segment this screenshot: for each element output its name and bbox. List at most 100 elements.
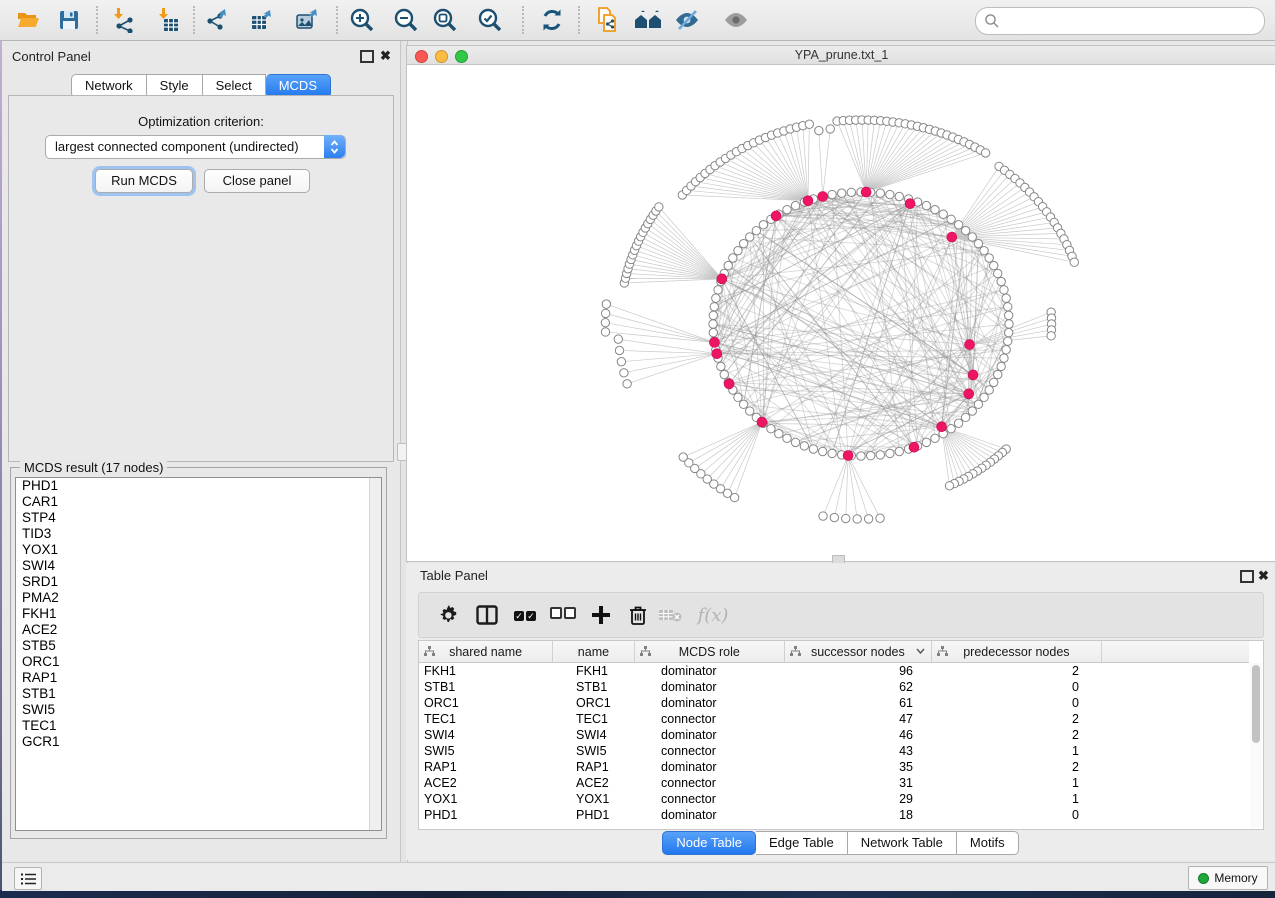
column-header-shared-name[interactable]: shared name	[419, 641, 553, 662]
mcds-result-item[interactable]: GCR1	[16, 734, 381, 750]
copy-network-button[interactable]	[590, 3, 626, 37]
import-network-button[interactable]	[105, 3, 141, 37]
network-node-mcds[interactable]	[965, 340, 975, 350]
network-node[interactable]	[857, 452, 865, 460]
network-node[interactable]	[922, 438, 930, 446]
table-row[interactable]: YOX1YOX1connector291	[419, 791, 1249, 807]
table-gear-button[interactable]	[431, 593, 467, 637]
network-node[interactable]	[1002, 346, 1010, 354]
network-node[interactable]	[974, 400, 982, 408]
network-node[interactable]	[601, 328, 609, 336]
network-node[interactable]	[1004, 311, 1012, 319]
network-node[interactable]	[842, 514, 850, 522]
network-node[interactable]	[945, 482, 953, 490]
network-node[interactable]	[767, 425, 775, 433]
search-field[interactable]	[975, 7, 1265, 35]
tab-node-table[interactable]: Node Table	[662, 831, 756, 855]
table-row[interactable]: PHD1PHD1dominator180	[419, 807, 1249, 823]
network-node-mcds[interactable]	[709, 337, 719, 347]
save-session-button[interactable]	[51, 3, 87, 37]
mcds-result-item[interactable]: RAP1	[16, 670, 381, 686]
tab-motifs[interactable]: Motifs	[957, 831, 1019, 855]
network-node[interactable]	[615, 346, 623, 354]
network-node[interactable]	[739, 400, 747, 408]
column-header-MCDS-role[interactable]: MCDS role	[635, 641, 785, 662]
table-row[interactable]: TEC1TEC1connector472	[419, 711, 1249, 727]
network-node[interactable]	[710, 303, 718, 311]
zoom-in-button[interactable]	[344, 3, 380, 37]
network-node[interactable]	[994, 370, 1002, 378]
show-all-button[interactable]	[718, 3, 754, 37]
network-node[interactable]	[679, 453, 687, 461]
network-node[interactable]	[997, 362, 1005, 370]
network-node[interactable]	[954, 419, 962, 427]
zoom-out-button[interactable]	[388, 3, 424, 37]
network-node[interactable]	[734, 393, 742, 401]
network-node[interactable]	[655, 203, 663, 211]
network-node[interactable]	[752, 226, 760, 234]
network-node[interactable]	[815, 126, 823, 134]
table-row[interactable]: FKH1FKH1dominator962	[419, 663, 1249, 679]
network-node[interactable]	[939, 210, 947, 218]
network-node[interactable]	[895, 447, 903, 455]
search-input[interactable]	[1004, 10, 1258, 32]
network-node[interactable]	[601, 309, 609, 317]
column-header-name[interactable]: name	[553, 641, 635, 662]
network-node[interactable]	[828, 190, 836, 198]
table-scrollbar-thumb[interactable]	[1252, 665, 1260, 743]
network-node[interactable]	[997, 277, 1005, 285]
import-table-button[interactable]	[150, 3, 186, 37]
mcds-result-item[interactable]: SWI4	[16, 558, 381, 574]
float-table-panel-button[interactable]	[1240, 570, 1254, 583]
table-row[interactable]: SWI5SWI5connector431	[419, 743, 1249, 759]
close-panel-button[interactable]: ✖	[380, 48, 391, 64]
delete-table-button[interactable]	[652, 593, 688, 637]
network-node[interactable]	[826, 125, 834, 133]
first-neighbors-button[interactable]	[630, 3, 666, 37]
mcds-list-scrollbar[interactable]	[369, 478, 381, 830]
mcds-result-item[interactable]: PHD1	[16, 478, 381, 494]
mcds-result-list[interactable]: PHD1CAR1STP4TID3YOX1SWI4SRD1PMA2FKH1ACE2…	[15, 477, 382, 831]
network-node[interactable]	[617, 357, 625, 365]
network-node[interactable]	[876, 189, 884, 197]
tab-network-table[interactable]: Network Table	[848, 831, 957, 855]
export-table-button[interactable]	[244, 3, 280, 37]
task-history-button[interactable]	[14, 867, 42, 890]
network-node[interactable]	[783, 434, 791, 442]
network-node[interactable]	[724, 261, 732, 269]
network-node-mcds[interactable]	[757, 417, 767, 427]
network-node[interactable]	[709, 320, 717, 328]
network-node[interactable]	[876, 514, 884, 522]
network-node[interactable]	[1070, 258, 1078, 266]
network-node[interactable]	[922, 201, 930, 209]
zoom-fit-button[interactable]	[427, 3, 463, 37]
mcds-result-item[interactable]: TEC1	[16, 718, 381, 734]
network-node[interactable]	[1004, 328, 1012, 336]
float-panel-button[interactable]	[360, 50, 374, 63]
network-node[interactable]	[985, 386, 993, 394]
network-node[interactable]	[830, 513, 838, 521]
network-node[interactable]	[961, 226, 969, 234]
network-node-mcds[interactable]	[964, 389, 974, 399]
network-window-titlebar[interactable]: YPA_prune.txt_1	[407, 46, 1275, 65]
refresh-button[interactable]	[534, 3, 570, 37]
hide-selected-button[interactable]	[669, 3, 705, 37]
network-node[interactable]	[828, 449, 836, 457]
network-node[interactable]	[729, 254, 737, 262]
table-row[interactable]: RAP1RAP1dominator352	[419, 759, 1249, 775]
network-node[interactable]	[775, 430, 783, 438]
network-node[interactable]	[1047, 332, 1055, 340]
network-node[interactable]	[866, 452, 874, 460]
network-node[interactable]	[981, 149, 989, 157]
network-node[interactable]	[709, 328, 717, 336]
network-node[interactable]	[1004, 303, 1012, 311]
open-file-button[interactable]	[10, 3, 46, 37]
network-node-mcds[interactable]	[724, 379, 734, 389]
network-node[interactable]	[980, 393, 988, 401]
mcds-result-item[interactable]: TID3	[16, 526, 381, 542]
network-node[interactable]	[800, 442, 808, 450]
column-header-successor-nodes[interactable]: successor nodes	[785, 641, 932, 662]
mcds-result-item[interactable]: STB1	[16, 686, 381, 702]
table-row[interactable]: ACE2ACE2connector311	[419, 775, 1249, 791]
network-node[interactable]	[886, 449, 894, 457]
